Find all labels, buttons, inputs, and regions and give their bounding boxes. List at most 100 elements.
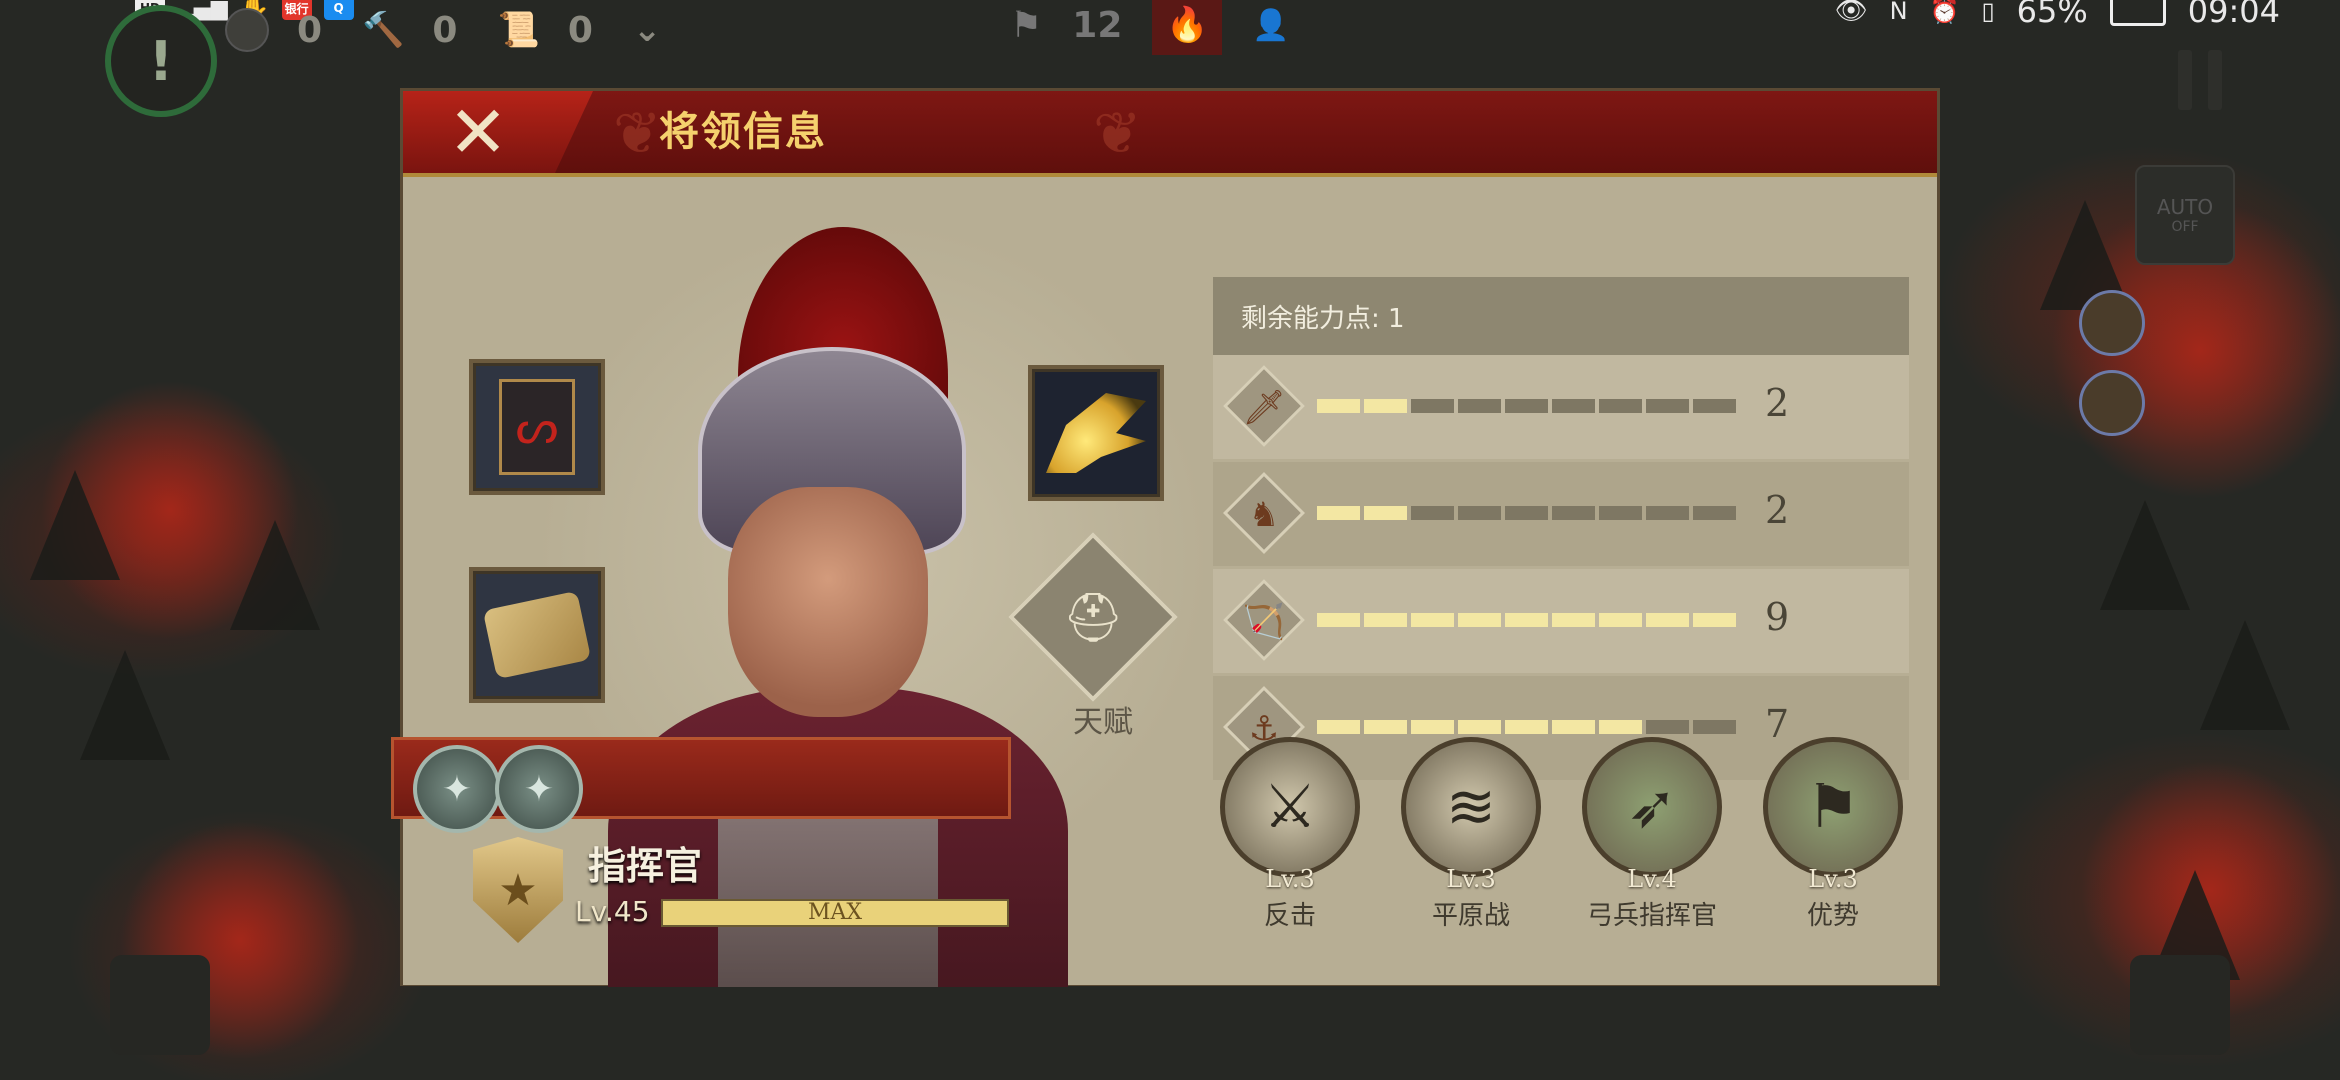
general-face	[728, 487, 928, 717]
stat-pip	[1646, 506, 1689, 520]
stat-bar	[1317, 506, 1736, 520]
horse-icon: ♞	[1248, 495, 1280, 535]
stat-pip	[1693, 613, 1736, 627]
stat-pip	[1599, 613, 1642, 627]
stat-pip	[1458, 613, 1501, 627]
alert-glyph: !	[148, 29, 174, 93]
skill-item[interactable]: ➶ Lv.4 弓兵指挥官	[1577, 737, 1727, 932]
stat-pip	[1646, 613, 1689, 627]
stat-pip	[1317, 399, 1360, 413]
tree	[2100, 500, 2190, 610]
stat-bar	[1317, 399, 1736, 413]
skill-item[interactable]: ⚔ Lv.3 反击	[1215, 737, 1365, 932]
stat-pip	[1411, 399, 1454, 413]
clock: 09:04	[2187, 0, 2280, 30]
shield-resource-icon	[225, 8, 269, 52]
rank-medal-icon: ✦	[495, 745, 583, 833]
stat-row[interactable]: 🗡 2	[1213, 355, 1909, 459]
equipment-slot-scroll[interactable]	[469, 567, 605, 703]
skill-name: 优势	[1806, 901, 1859, 931]
dialog-header: ✕ ❦ 将领信息 ❦	[403, 91, 1937, 177]
stat-pip	[1646, 399, 1689, 413]
resource-counter: 📜 0	[497, 10, 592, 51]
tree	[30, 470, 120, 580]
general-info-dialog: ✕ ❦ 将领信息 ❦ ⛑ 天赋 ✦ ✦ ★ 指挥官 Lv.45 MAX	[391, 88, 1940, 987]
skill-item[interactable]: ≋ Lv.3 平原战	[1396, 737, 1546, 932]
map-scroll-icon	[482, 590, 592, 680]
stat-pip	[1458, 506, 1501, 520]
general-avatar[interactable]	[2079, 370, 2145, 436]
battery-percent: 65%	[2016, 0, 2088, 30]
skill-level: Lv.3	[1265, 865, 1315, 893]
rank-title: 指挥官	[588, 844, 703, 888]
auto-button[interactable]: AUTO OFF	[2135, 165, 2235, 265]
auto-label: AUTO	[2156, 195, 2214, 219]
counterattack-icon: ⚔	[1220, 737, 1360, 877]
dialog-title: 将领信息	[659, 109, 827, 155]
bow-icon: 🏹	[1242, 602, 1286, 642]
nfc-icon: N	[1889, 0, 1908, 25]
stat-pip	[1552, 506, 1595, 520]
resource-count: 0	[297, 9, 323, 51]
dialog-body: ⛑ 天赋 ✦ ✦ ★ 指挥官 Lv.45 MAX 剩余能力点: 1 🗡2♞2🏹9…	[391, 177, 1937, 987]
general-level: Lv.45	[575, 895, 650, 928]
stat-bar	[1317, 613, 1736, 627]
pause-button[interactable]	[2165, 40, 2235, 120]
skill-level: Lv.3	[1808, 865, 1858, 893]
chevron-down-icon[interactable]: ⌄	[633, 10, 662, 50]
stat-pip	[1505, 720, 1548, 734]
tree	[2200, 620, 2290, 730]
general-avatar[interactable]	[2079, 290, 2145, 356]
skill-name: 反击	[1263, 901, 1316, 931]
advantage-icon: ⚑	[1763, 737, 1903, 877]
stat-pip	[1364, 613, 1407, 627]
skill-item[interactable]: ⚑ Lv.3 优势	[1758, 737, 1908, 932]
stat-bar	[1317, 720, 1736, 734]
skill-name: 平原战	[1431, 901, 1510, 931]
resource-counter: 🔨 0	[362, 10, 457, 51]
stat-pip	[1552, 720, 1595, 734]
sword-icon: 🗡	[1242, 388, 1286, 428]
hammer-icon: 🔨	[362, 10, 405, 50]
stat-pip	[1411, 613, 1454, 627]
fire-icon[interactable]: 🔥	[1152, 0, 1223, 55]
stat-row[interactable]: 🏹 9	[1213, 569, 1909, 673]
stat-pip	[1505, 613, 1548, 627]
rank-shield-icon: ★	[473, 837, 563, 943]
helmet-icon: ⛑	[1062, 589, 1124, 646]
equipment-slot-banner[interactable]	[469, 359, 605, 495]
stat-pip	[1411, 506, 1454, 520]
archer-commander-icon: ➶	[1582, 737, 1722, 877]
map-button[interactable]	[110, 955, 210, 1055]
stat-pip	[1458, 399, 1501, 413]
experience-label: MAX	[807, 900, 863, 925]
person-icon: 👤	[1252, 7, 1290, 43]
stat-row[interactable]: ♞ 2	[1213, 462, 1909, 566]
skill-level: Lv.3	[1446, 865, 1496, 893]
hourglass-button[interactable]	[2130, 955, 2230, 1055]
remaining-points: 剩余能力点: 1	[1213, 277, 1909, 355]
stat-pip	[1646, 720, 1689, 734]
resource-count: 0	[567, 9, 593, 51]
stat-value: 2	[1765, 381, 1790, 425]
scroll-icon: 📜	[497, 10, 540, 50]
stat-pip	[1599, 720, 1642, 734]
rank-medal-icon: ✦	[413, 745, 501, 833]
stat-pip	[1411, 720, 1454, 734]
stat-pip	[1599, 399, 1642, 413]
turn-icon: ⚑	[1010, 4, 1043, 46]
alert-button[interactable]: !	[105, 5, 217, 117]
stat-pip	[1364, 399, 1407, 413]
resource-hud: 0 🔨 0 📜 0 ⌄	[225, 0, 661, 60]
stat-pip	[1317, 613, 1360, 627]
tree	[230, 520, 320, 630]
resource-count: 0	[432, 9, 458, 51]
stat-pip	[1458, 720, 1501, 734]
stat-pip	[1364, 506, 1407, 520]
stat-pip	[1317, 506, 1360, 520]
skill-name: 弓兵指挥官	[1586, 901, 1717, 931]
stat-pip	[1693, 720, 1736, 734]
resource-counter: 0	[225, 8, 322, 52]
war-banner-icon	[499, 379, 575, 475]
stat-pip	[1552, 399, 1595, 413]
